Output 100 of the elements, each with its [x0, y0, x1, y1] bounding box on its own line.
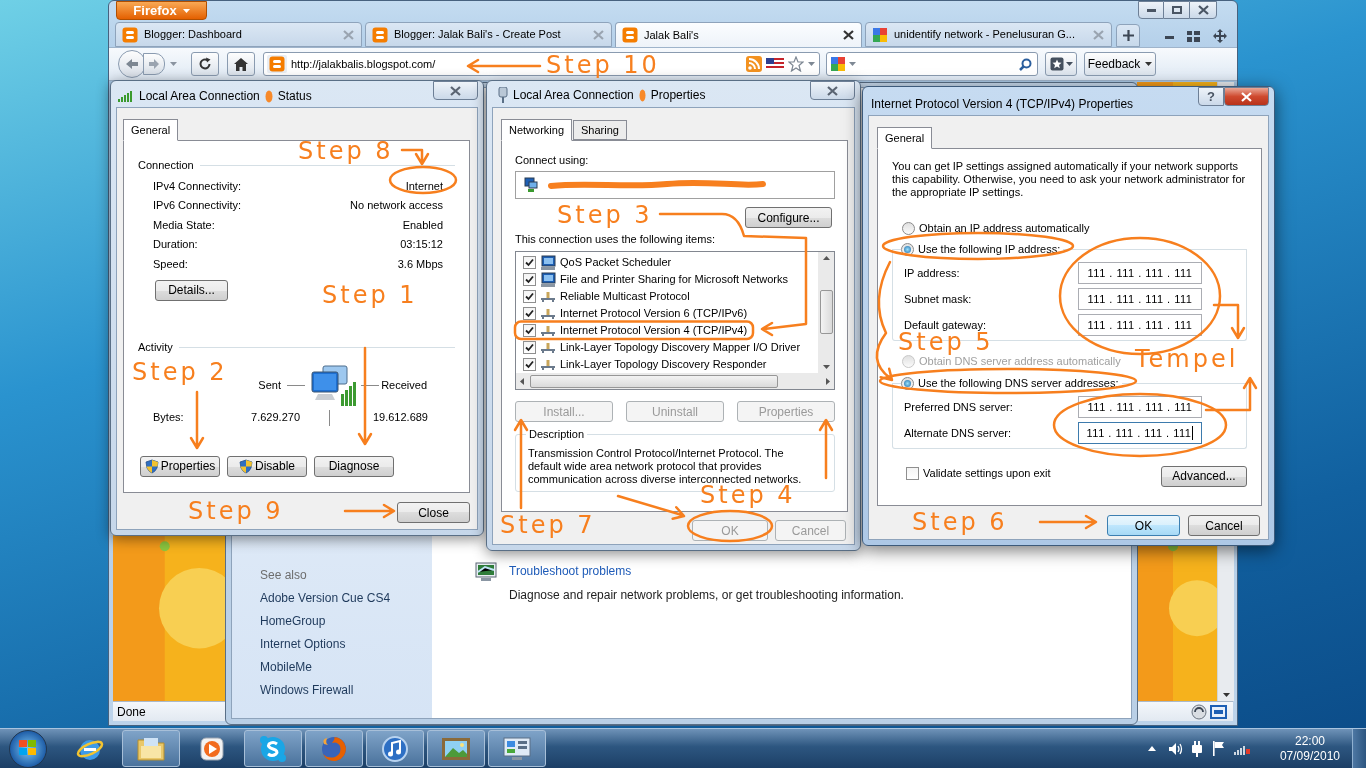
tab[interactable]: Networking	[501, 119, 573, 141]
taskbar-button[interactable]	[244, 730, 302, 767]
details-button[interactable]: Details...	[155, 279, 228, 301]
close-button[interactable]	[1224, 87, 1269, 106]
tab[interactable]: Sharing	[573, 120, 627, 140]
feedback-button[interactable]: Feedback	[1084, 52, 1156, 76]
radio-label[interactable]: Use the following IP address:	[918, 240, 1061, 258]
radio-label[interactable]: Use the following DNS server addresses:	[918, 374, 1119, 392]
show-desktop-button[interactable]	[1352, 728, 1366, 768]
scroll-down-icon[interactable]	[1222, 693, 1230, 697]
back-button[interactable]	[118, 50, 146, 78]
caret-icon	[808, 62, 815, 66]
close-button[interactable]	[433, 81, 478, 100]
close-button[interactable]	[1189, 1, 1217, 19]
field-value: 19.612.689	[371, 410, 429, 426]
action-button[interactable]: Diagnose	[314, 455, 394, 477]
checkbox[interactable]	[523, 290, 536, 303]
speaker-icon[interactable]	[1167, 741, 1184, 756]
checkbox[interactable]	[523, 256, 536, 269]
grid-icon[interactable]	[1187, 31, 1200, 42]
browser-tab[interactable]: Blogger: Jalak Bali's - Create Post	[365, 22, 612, 47]
search-field[interactable]	[826, 52, 1038, 76]
flag-icon[interactable]	[1211, 741, 1226, 756]
checkbox[interactable]	[523, 273, 536, 286]
home-button[interactable]	[227, 52, 255, 76]
list-item[interactable]: Link-Layer Topology Discovery Responder	[523, 356, 818, 373]
show-hidden-icons[interactable]	[1147, 746, 1156, 751]
new-tab-button[interactable]	[1116, 24, 1140, 47]
move-icon[interactable]	[1213, 29, 1227, 43]
taskbar-button[interactable]	[122, 730, 180, 767]
list-item[interactable]: Internet Protocol Version 4 (TCP/IPv4)	[523, 322, 818, 339]
browser-tab[interactable]: unidentify network - Penelusuran G...	[865, 22, 1112, 47]
taskbar-button[interactable]	[488, 730, 546, 767]
checkbox[interactable]	[523, 358, 536, 371]
star-icon[interactable]	[788, 56, 804, 72]
sidebar-link[interactable]: Windows Firewall	[260, 678, 432, 701]
close-icon	[842, 30, 855, 40]
list-item[interactable]: Reliable Multicast Protocol	[523, 288, 818, 305]
address-input[interactable]: 111 . 111 . 111 . 111	[1078, 396, 1202, 418]
vertical-scrollbar[interactable]	[818, 252, 834, 373]
list-item[interactable]: File and Printer Sharing for Microsoft Networks	[523, 271, 818, 288]
list-item[interactable]: Internet Protocol Version 6 (TCP/IPv6)	[523, 305, 818, 322]
browser-tab[interactable]: Blogger: Dashboard	[115, 22, 362, 47]
maximize-button[interactable]	[1164, 1, 1189, 19]
checkbox[interactable]	[523, 307, 536, 320]
list-item[interactable]: QoS Packet Scheduler	[523, 254, 818, 271]
checkbox[interactable]	[906, 466, 919, 480]
sidebar-link[interactable]: HomeGroup	[260, 609, 432, 632]
sidebar-link[interactable]: Adobe Version Cue CS4	[260, 586, 432, 609]
taskbar-button[interactable]	[366, 730, 424, 767]
bookmarks-button[interactable]	[1045, 52, 1077, 76]
radio-button[interactable]	[902, 221, 915, 235]
action-button[interactable]: Disable	[227, 455, 307, 477]
horizontal-scrollbar[interactable]	[516, 373, 834, 389]
sync-icon[interactable]	[1191, 703, 1207, 720]
ok-button[interactable]: OK	[1107, 515, 1180, 536]
close-dialog-button[interactable]: Close	[397, 502, 470, 523]
network-protocol-icon	[540, 291, 556, 302]
window-title: Local Area Connection	[139, 88, 260, 105]
tab[interactable]: General	[877, 127, 933, 149]
power-plug-icon[interactable]	[1189, 740, 1204, 757]
addon-icon[interactable]	[1210, 704, 1227, 719]
scroll-thumb[interactable]	[819, 290, 833, 334]
scroll-thumb[interactable]	[530, 374, 778, 388]
tab[interactable]: General	[123, 119, 179, 141]
scroll-down-icon[interactable]	[822, 365, 830, 369]
forward-button[interactable]	[143, 53, 165, 75]
sidebar-link[interactable]: Internet Options	[260, 632, 432, 655]
list-item[interactable]: Link-Layer Topology Discovery Mapper I/O Driver	[523, 339, 818, 356]
clock-date[interactable]: 07/09/2010	[1279, 748, 1340, 764]
scroll-up-icon[interactable]	[822, 256, 830, 260]
advanced-button[interactable]: Advanced...	[1161, 465, 1247, 487]
flag-icon[interactable]	[766, 58, 784, 70]
clock-time[interactable]: 22:00	[1294, 733, 1325, 749]
minimize-button[interactable]	[1138, 1, 1164, 19]
configure-button[interactable]: Configure...	[745, 207, 832, 228]
network-computer-icon	[309, 363, 357, 408]
field-value: 03:15:12	[400, 237, 443, 252]
action-button[interactable]: Properties	[140, 455, 220, 477]
checkbox-label[interactable]: Validate settings upon exit	[923, 464, 1051, 482]
task-link[interactable]: Troubleshoot problems	[509, 562, 904, 580]
close-button[interactable]	[810, 81, 855, 100]
address-input[interactable]: 111 . 111 . 111 . 111	[1078, 422, 1202, 444]
radio-label[interactable]: Obtain an IP address automatically	[919, 219, 1090, 237]
address-input[interactable]: 111 . 111 . 111 . 111	[1078, 314, 1202, 336]
start-button[interactable]	[9, 729, 47, 768]
address-input[interactable]: 111 . 111 . 111 . 111	[1078, 288, 1202, 310]
scroll-right-icon[interactable]	[826, 377, 830, 385]
reload-icon	[198, 57, 212, 71]
scroll-left-icon[interactable]	[520, 377, 524, 385]
sidebar-link[interactable]: MobileMe	[260, 655, 432, 678]
checkbox[interactable]	[523, 324, 536, 337]
cancel-button[interactable]: Cancel	[1188, 515, 1260, 536]
field-label: Subnet mask:	[904, 291, 972, 307]
help-button[interactable]: ?	[1198, 87, 1224, 106]
browser-tab[interactable]: Jalak Bali's	[615, 22, 862, 47]
reload-button[interactable]	[191, 52, 219, 76]
checkbox[interactable]	[523, 341, 536, 354]
hand-drawn-arrow	[343, 503, 396, 519]
address-input[interactable]: 111 . 111 . 111 . 111	[1078, 262, 1202, 284]
